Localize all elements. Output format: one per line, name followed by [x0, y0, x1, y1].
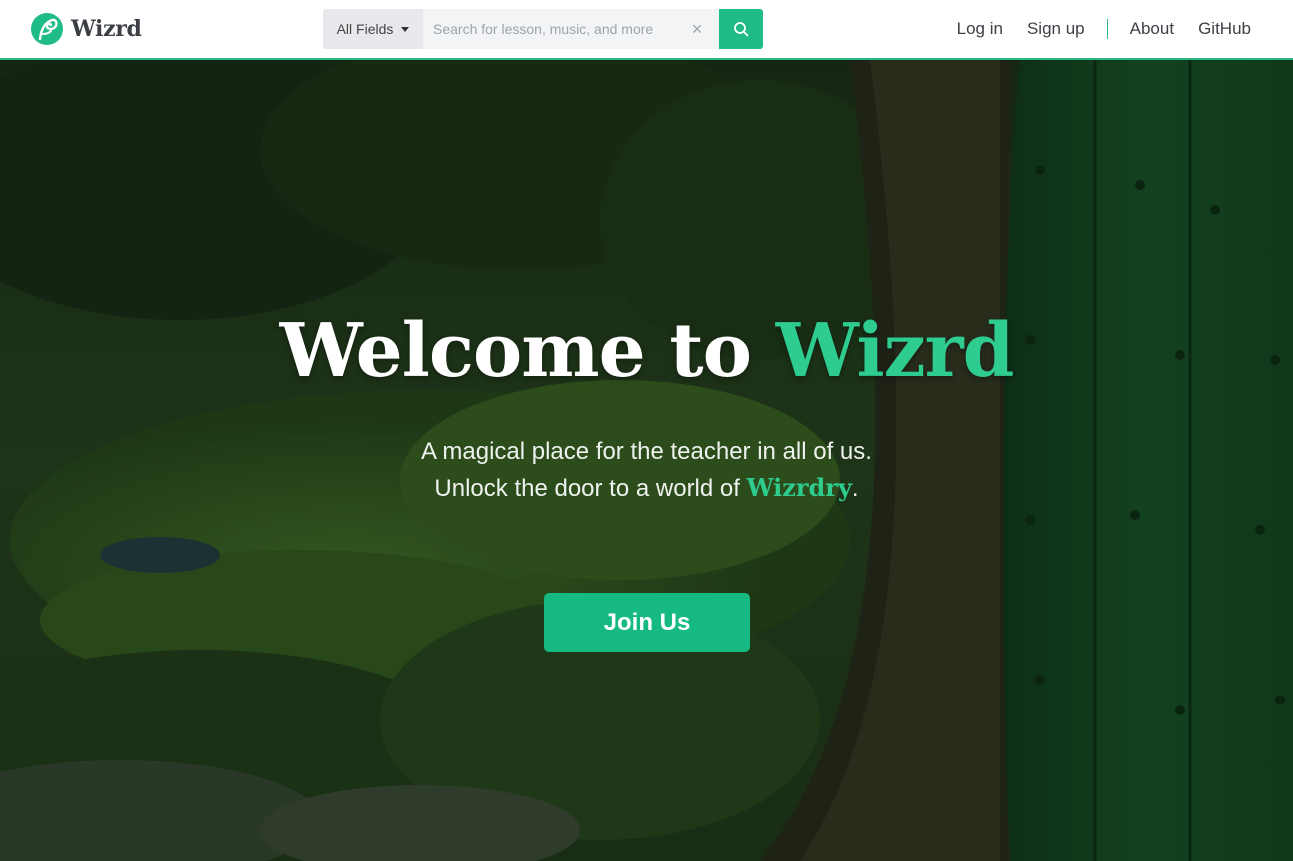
hero-title: Welcome to Wizrd	[0, 308, 1293, 394]
hero-subtitle-line1: A magical place for the teacher in all o…	[421, 438, 872, 465]
hero-section: Welcome to Wizrd A magical place for the…	[0, 60, 1293, 861]
login-link[interactable]: Log in	[957, 19, 1003, 39]
hero-title-accent: Wizrd	[775, 308, 1015, 394]
hero-subtitle: A magical place for the teacher in all o…	[0, 434, 1293, 507]
nav-links: Log in Sign up About GitHub	[957, 17, 1251, 41]
search-field-select-label: All Fields	[336, 21, 394, 37]
search-icon	[734, 22, 749, 37]
hero-title-prefix: Welcome to	[279, 308, 776, 394]
brand-logo-icon	[31, 13, 63, 45]
nav-divider	[1106, 19, 1108, 39]
hero-subtitle-line2-suffix: .	[851, 475, 859, 502]
search-button[interactable]	[719, 9, 763, 49]
search-bar: All Fields ×	[323, 9, 763, 49]
github-link[interactable]: GitHub	[1198, 19, 1251, 39]
about-link[interactable]: About	[1130, 19, 1174, 39]
search-input[interactable]	[423, 9, 719, 49]
brand-name: Wizrd	[71, 16, 142, 42]
hero-subtitle-line2-prefix: Unlock the door to a world of	[434, 475, 747, 502]
search-field-select[interactable]: All Fields	[323, 9, 423, 49]
clear-icon[interactable]: ×	[687, 19, 707, 39]
brand-home-link[interactable]: Wizrd	[30, 12, 142, 46]
top-navbar: Wizrd All Fields × Log in Sign up About …	[0, 0, 1293, 60]
hero-subtitle-line2: Unlock the door to a world of Wizrdry.	[0, 470, 1293, 507]
caret-down-icon	[401, 26, 410, 32]
signup-link[interactable]: Sign up	[1027, 19, 1085, 39]
join-us-button[interactable]: Join Us	[544, 593, 750, 652]
hero-subtitle-accent: Wizrdry	[746, 473, 852, 502]
